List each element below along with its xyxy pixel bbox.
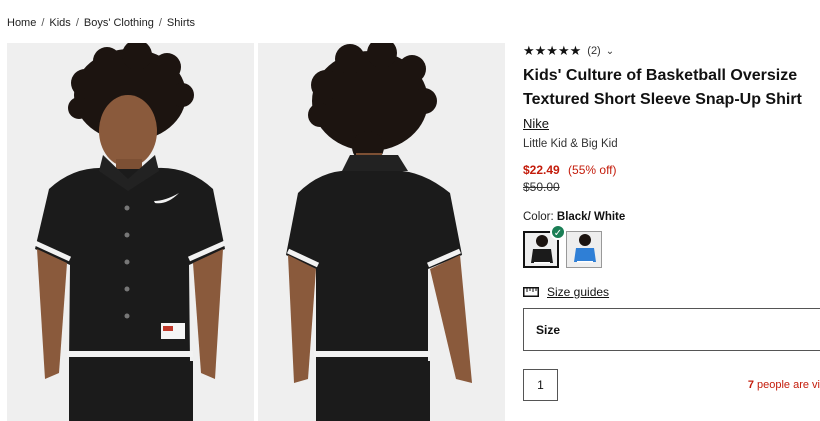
product-image-back[interactable] — [258, 43, 505, 421]
viewers-notice: 7 people are vi — [748, 379, 820, 391]
quantity-row: 1 7 people are vi — [523, 369, 820, 401]
size-label: Size — [536, 322, 561, 337]
breadcrumb-kids[interactable]: Kids — [49, 17, 70, 29]
quantity-value: 1 — [537, 378, 544, 392]
color-value: Black/ White — [556, 211, 626, 223]
selected-check-icon: ✓ — [550, 224, 566, 240]
star-rating-icon: ★★★★★ — [523, 43, 582, 58]
quantity-input[interactable]: 1 — [523, 369, 558, 401]
color-label-row: Color: Black/ White — [523, 211, 820, 223]
product-photo-front — [7, 43, 254, 421]
product-photo-back — [258, 43, 505, 421]
ruler-icon — [523, 287, 539, 297]
price-row: $22.49 (55% off) — [523, 163, 820, 177]
product-image-front[interactable] — [7, 43, 254, 421]
viewers-text: people are vi — [757, 379, 820, 391]
size-guide-link[interactable]: Size guides — [523, 285, 820, 299]
viewers-count: 7 — [747, 379, 754, 391]
brand-link[interactable]: Nike — [523, 116, 549, 131]
rating-count[interactable]: (2) — [587, 45, 600, 57]
swatch-blue-thumbnail-icon — [567, 232, 601, 267]
breadcrumb-shirts[interactable]: Shirts — [167, 17, 195, 29]
rating-row[interactable]: ★★★★★ (2) ⌄ — [523, 43, 820, 59]
swatch-black-wrap: ✓ — [523, 224, 566, 268]
product-title: Kids' Culture of Basketball Oversize Tex… — [523, 67, 802, 108]
size-guide-label[interactable]: Size guides — [547, 285, 609, 299]
breadcrumb: Home / Kids / Boys' Clothing / Shirts — [7, 17, 195, 29]
discount-percent: (55% off) — [568, 163, 617, 177]
breadcrumb-home[interactable]: Home — [7, 17, 36, 29]
breadcrumb-separator: / — [75, 17, 79, 29]
sale-price: $22.49 — [523, 163, 560, 177]
original-price: $50.00 — [523, 180, 560, 194]
swatch-blue[interactable] — [566, 231, 602, 268]
product-info: ★★★★★ (2) ⌄ Kids' Culture of Basketball … — [523, 43, 820, 401]
chevron-down-icon[interactable]: ⌄ — [606, 46, 614, 57]
color-swatches: ✓ — [523, 224, 820, 268]
product-subtitle: Little Kid & Big Kid — [523, 138, 618, 150]
breadcrumb-separator: / — [41, 17, 45, 29]
color-label: Color: — [523, 211, 554, 223]
breadcrumb-boys-clothing[interactable]: Boys' Clothing — [84, 17, 154, 29]
size-select[interactable]: Size — [523, 308, 820, 351]
breadcrumb-separator: / — [158, 17, 162, 29]
